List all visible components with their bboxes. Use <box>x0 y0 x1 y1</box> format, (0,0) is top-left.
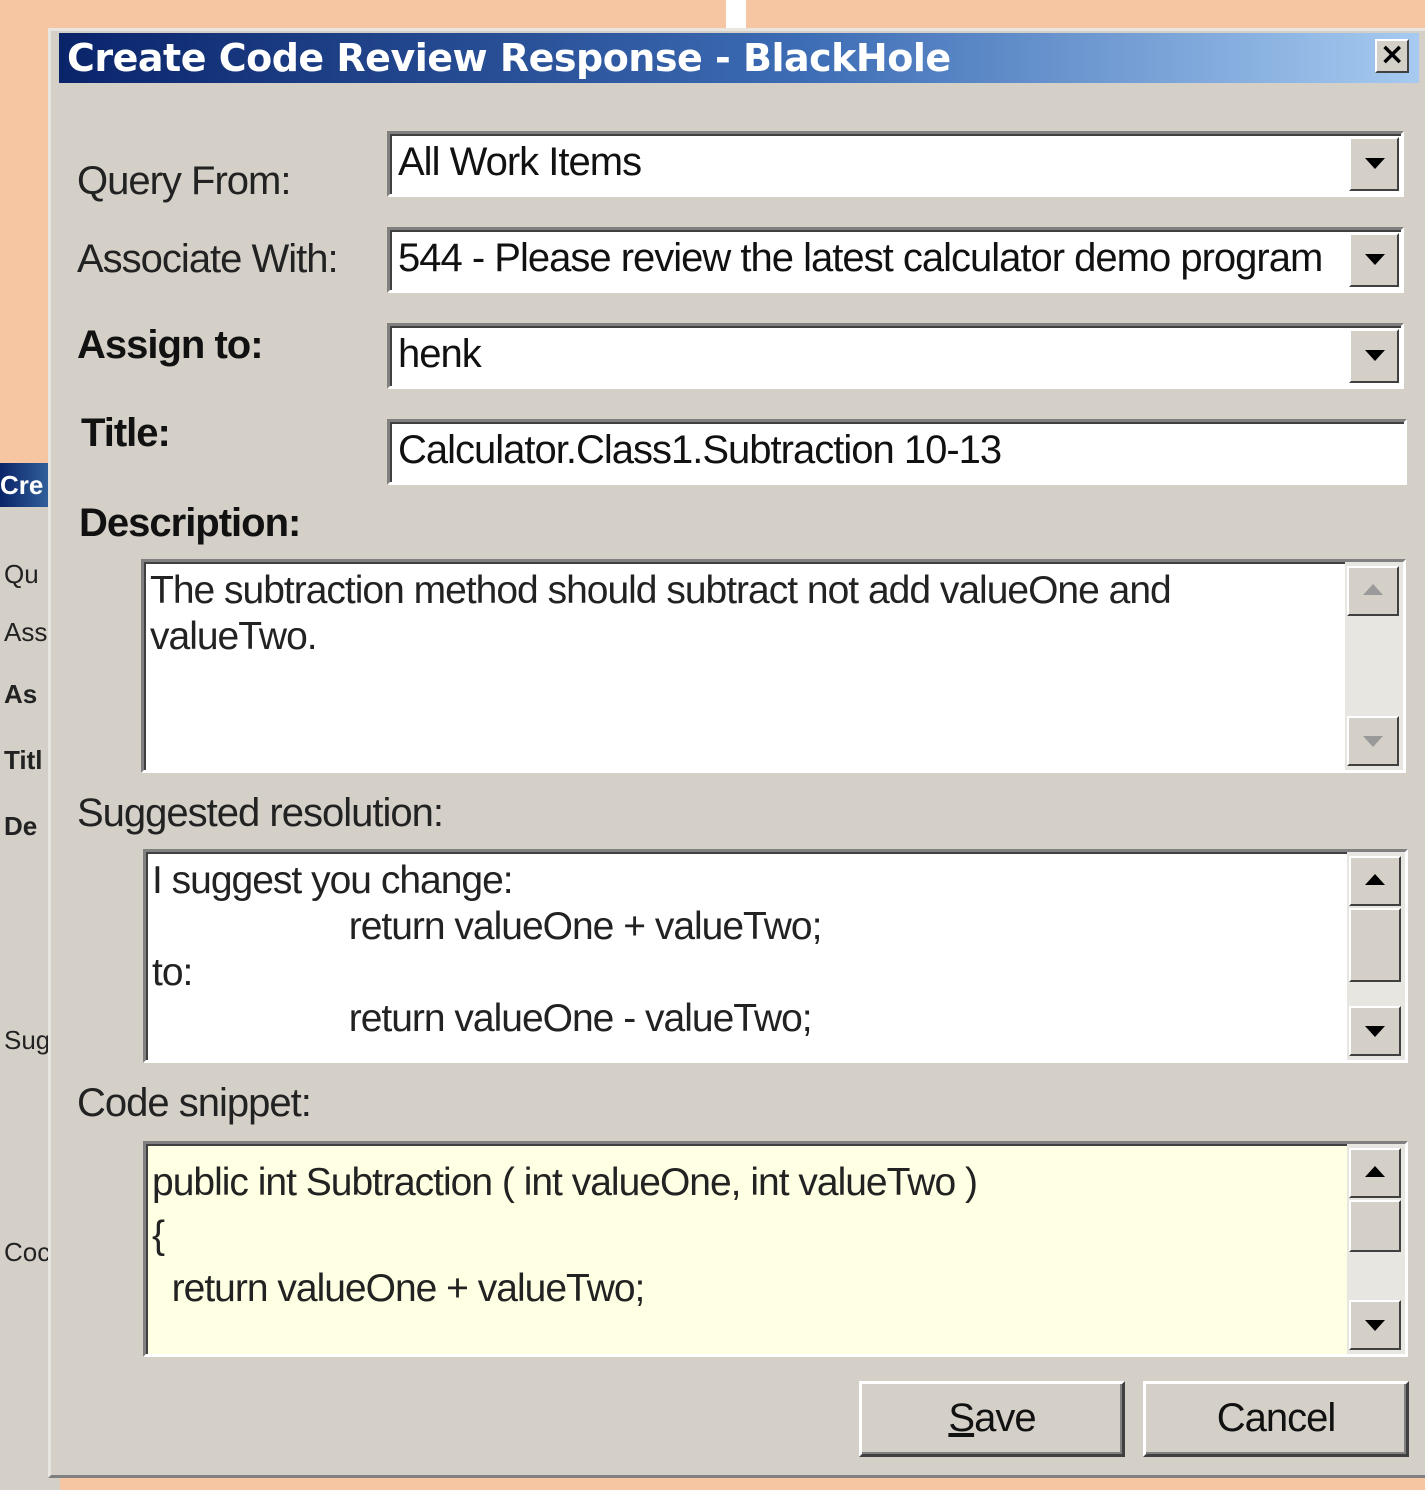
description-value: The subtraction method should subtract n… <box>150 569 1172 658</box>
background-label-title: Titl <box>4 745 43 775</box>
code-review-response-dialog: Create Code Review Response - BlackHole … <box>48 28 1425 1478</box>
scroll-thumb[interactable] <box>1349 908 1401 982</box>
chevron-down-icon[interactable] <box>1349 233 1399 287</box>
scroll-up-icon[interactable] <box>1349 1148 1401 1198</box>
title-input[interactable]: Calculator.Class1.Subtraction 10-13 <box>387 419 1407 485</box>
scroll-down-icon[interactable] <box>1347 716 1399 766</box>
query-from-label: Query From: <box>77 159 291 203</box>
code-snippet-label: Code snippet: <box>77 1081 312 1125</box>
query-from-dropdown[interactable]: All Work Items <box>387 131 1404 197</box>
background-label-associate: Ass <box>4 617 48 647</box>
assign-to-label: Assign to: <box>77 323 264 367</box>
description-label: Description: <box>79 501 301 545</box>
close-icon[interactable]: × <box>1375 39 1409 73</box>
suggested-resolution-textarea[interactable]: I suggest you change: return valueOne + … <box>143 849 1408 1063</box>
code-snippet-value: public int Subtraction ( int valueOne, i… <box>152 1161 978 1310</box>
suggested-resolution-value: I suggest you change: return valueOne + … <box>152 859 822 1040</box>
assign-to-dropdown[interactable]: henk <box>387 323 1404 389</box>
background-label-query: Qu <box>4 559 39 589</box>
background-label-code: Coc <box>4 1237 48 1267</box>
chevron-down-icon[interactable] <box>1349 137 1399 191</box>
background-label-assign: As <box>4 679 38 709</box>
associate-with-dropdown[interactable]: 544 - Please review the latest calculato… <box>387 227 1404 293</box>
suggested-resolution-label: Suggested resolution: <box>77 791 444 835</box>
scroll-up-icon[interactable] <box>1347 566 1399 616</box>
scroll-down-icon[interactable] <box>1349 1300 1401 1350</box>
chevron-down-icon[interactable] <box>1349 329 1399 383</box>
scroll-down-icon[interactable] <box>1349 1006 1401 1056</box>
code-snippet-textarea[interactable]: public int Subtraction ( int valueOne, i… <box>143 1141 1408 1357</box>
title-label: Title: <box>81 411 171 455</box>
background-label-description: De <box>4 811 38 841</box>
background-label-suggested: Sug <box>4 1025 48 1055</box>
description-textarea[interactable]: The subtraction method should subtract n… <box>141 559 1406 773</box>
assign-to-value: henk <box>398 332 482 376</box>
save-button-label: ave <box>974 1396 1036 1440</box>
scroll-up-icon[interactable] <box>1349 856 1401 906</box>
background-window-edge <box>726 0 746 28</box>
cancel-button[interactable]: Cancel <box>1143 1381 1409 1457</box>
suggested-resolution-scrollbar[interactable] <box>1347 852 1405 1060</box>
query-from-value: All Work Items <box>398 140 642 184</box>
title-value: Calculator.Class1.Subtraction 10-13 <box>398 428 1002 472</box>
code-snippet-scrollbar[interactable] <box>1347 1144 1405 1354</box>
associate-with-label: Associate With: <box>77 237 339 281</box>
dialog-title-bar[interactable]: Create Code Review Response - BlackHole … <box>59 33 1419 83</box>
save-button[interactable]: Save <box>859 1381 1125 1457</box>
save-mnemonic: S <box>948 1396 975 1440</box>
dialog-title: Create Code Review Response - BlackHole <box>67 36 951 80</box>
associate-with-value: 544 - Please review the latest calculato… <box>398 236 1323 280</box>
description-scrollbar[interactable] <box>1345 562 1403 770</box>
scroll-thumb[interactable] <box>1349 1200 1401 1252</box>
